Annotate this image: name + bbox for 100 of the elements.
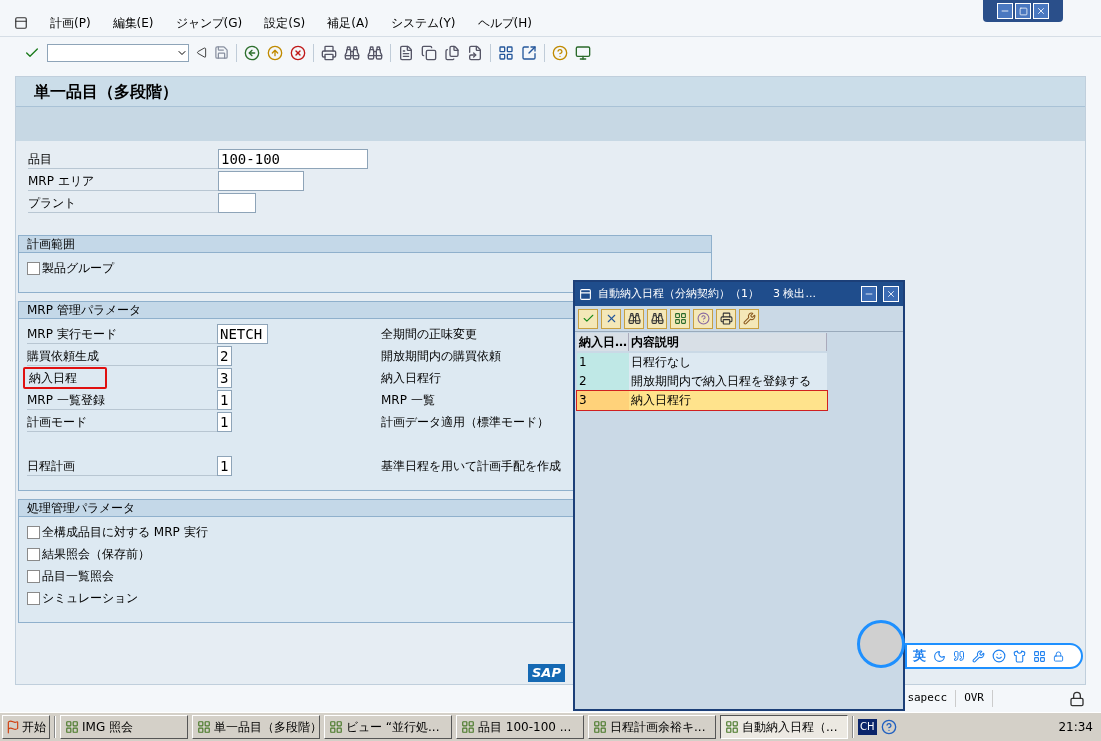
- parameter-label: MRP 実行モード: [27, 324, 217, 344]
- help-icon[interactable]: [552, 44, 568, 61]
- input-field[interactable]: 1: [217, 390, 232, 410]
- up-icon[interactable]: [267, 44, 283, 61]
- smiley-icon[interactable]: [992, 649, 1006, 663]
- clock: 21:34: [1058, 719, 1094, 736]
- grid-button[interactable]: [670, 308, 690, 329]
- screen-title: 単一品目（多段階）: [34, 80, 178, 103]
- taskbar-button[interactable]: 自動納入日程（...: [720, 715, 848, 739]
- parameter-description: 開放期間内の購買依頼: [381, 348, 502, 365]
- pages-icon[interactable]: [444, 44, 460, 61]
- window-icon: [725, 720, 739, 734]
- menu-item[interactable]: ジャンプ(G): [175, 14, 243, 32]
- binoculars-icon[interactable]: [344, 44, 360, 61]
- checkbox[interactable]: [27, 591, 40, 605]
- input-field[interactable]: NETCH: [217, 324, 268, 344]
- start-button[interactable]: 开始: [2, 715, 50, 739]
- input-field[interactable]: 2: [217, 346, 232, 366]
- back-icon[interactable]: [244, 44, 260, 61]
- cancel-button[interactable]: [601, 308, 621, 329]
- close-button[interactable]: [883, 286, 899, 302]
- check-button[interactable]: [578, 308, 598, 329]
- taskbar-button[interactable]: ビュー “並行処...: [324, 715, 452, 739]
- input-field[interactable]: [218, 193, 256, 213]
- input-field[interactable]: 1: [217, 412, 232, 432]
- menu-item[interactable]: システム(Y): [390, 14, 456, 32]
- restore-button[interactable]: [1015, 3, 1031, 19]
- save-icon[interactable]: [214, 45, 229, 60]
- list-row[interactable]: 3 納入日程行: [577, 391, 827, 410]
- checkbox[interactable]: [27, 261, 40, 275]
- taskbar-button[interactable]: IMG 照会: [60, 715, 188, 739]
- menu-item[interactable]: 編集(E): [112, 14, 154, 32]
- binoculars-icon[interactable]: [367, 44, 383, 61]
- grid-icon[interactable]: [498, 44, 514, 61]
- input-field[interactable]: 100-100: [218, 149, 368, 169]
- checkbox-label: シミュレーション: [42, 590, 138, 607]
- checkbox[interactable]: [27, 547, 40, 561]
- binoculars-button[interactable]: [647, 308, 667, 329]
- input-field[interactable]: 3: [217, 368, 232, 388]
- taskbar-button[interactable]: 単一品目（多段階）: [192, 715, 320, 739]
- punctuation-icon[interactable]: [953, 650, 965, 662]
- menu-item[interactable]: ヘルプ(H): [477, 14, 532, 32]
- field-label: 品目: [28, 149, 218, 169]
- taskbar-button[interactable]: 品目 100-100 ...: [456, 715, 584, 739]
- cancel-icon[interactable]: [290, 44, 306, 61]
- ime-mode[interactable]: 英: [913, 646, 926, 666]
- minimize-button[interactable]: [861, 286, 877, 302]
- parameter-label: MRP 一覧登録: [27, 390, 217, 410]
- printer-button[interactable]: [716, 308, 736, 329]
- table-cell: 3: [577, 391, 629, 410]
- table-cell: 1: [577, 353, 629, 372]
- status-field: OVR: [964, 690, 993, 707]
- page-icon[interactable]: [398, 44, 414, 61]
- window-icon: [65, 720, 79, 734]
- table-cell-text: 納入日程行: [630, 392, 692, 409]
- window-icon[interactable]: [521, 44, 537, 61]
- checkbox[interactable]: [27, 569, 40, 583]
- hit-count: 3 検出...: [773, 285, 816, 302]
- wrench-icon[interactable]: [972, 649, 985, 663]
- table-cell: 日程行なし: [629, 353, 827, 372]
- pages-icon[interactable]: [421, 44, 437, 61]
- moon-icon[interactable]: [933, 649, 946, 663]
- lock-icon: [1069, 690, 1085, 707]
- grid-icon[interactable]: [1033, 649, 1046, 663]
- input-field[interactable]: [218, 171, 304, 191]
- column-header[interactable]: 内容説明: [629, 333, 827, 351]
- monitor-icon[interactable]: [575, 44, 591, 61]
- menu-icon[interactable]: [14, 16, 28, 30]
- parameter-description: 計画データ適用（標準モード）: [381, 414, 550, 431]
- menu-item[interactable]: 設定(S): [264, 14, 306, 32]
- window-icon: [461, 720, 475, 734]
- help-icon[interactable]: [880, 719, 897, 735]
- list-row[interactable]: 1 日程行なし: [577, 353, 827, 372]
- window-icon: [197, 720, 211, 734]
- input-field[interactable]: 1: [217, 456, 232, 476]
- menu-item[interactable]: 補足(A): [327, 14, 369, 32]
- parameter-label: 納入日程: [23, 367, 107, 389]
- dialog-title: 自動納入日程（分納契約）（1）: [598, 285, 759, 302]
- status-field: sapecc: [907, 690, 957, 707]
- printer-icon[interactable]: [321, 44, 337, 61]
- taskbar-button[interactable]: 日程計画余裕キ...: [588, 715, 716, 739]
- parameter-description: 全期間の正味変更: [381, 326, 478, 343]
- field-label: MRP エリア: [28, 171, 218, 191]
- command-field[interactable]: [47, 43, 189, 62]
- binoculars-button[interactable]: [624, 308, 644, 329]
- parameter-label: 日程計画: [27, 456, 217, 476]
- minimize-button[interactable]: [997, 3, 1013, 19]
- back-triangle-icon[interactable]: [196, 47, 207, 58]
- page-icon[interactable]: [467, 44, 483, 61]
- shirt-icon[interactable]: [1013, 649, 1026, 663]
- parameter-description: 基準日程を用いて計画手配を作成: [381, 458, 562, 475]
- window-icon: [593, 720, 607, 734]
- checkbox[interactable]: [27, 525, 40, 539]
- close-icon: [886, 289, 896, 299]
- column-header[interactable]: 納入日…: [577, 333, 629, 351]
- checkbox-label: 全構成品目に対する MRP 実行: [42, 524, 208, 541]
- lock-icon[interactable]: [1053, 650, 1064, 662]
- close-button[interactable]: [1033, 3, 1049, 19]
- menu-item[interactable]: 計画(P): [50, 14, 91, 32]
- language-indicator[interactable]: CH: [858, 719, 877, 735]
